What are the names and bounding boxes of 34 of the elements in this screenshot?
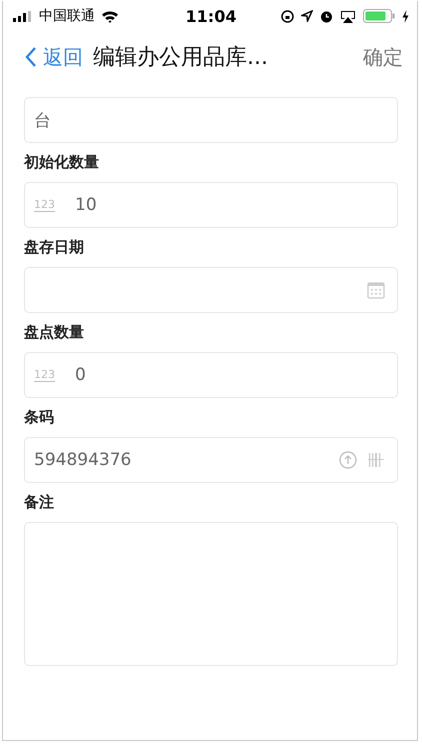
input-field[interactable]: 594894376 xyxy=(24,437,398,483)
battery-icon xyxy=(363,9,395,23)
field-label: 初始化数量 xyxy=(24,153,100,172)
arrow-up-circle-icon xyxy=(339,451,357,469)
charging-icon xyxy=(402,10,409,22)
page-title: 编辑办公用品库... xyxy=(93,44,269,72)
signal-icon xyxy=(13,10,33,22)
field-label: 盘点数量 xyxy=(24,323,85,342)
field-value: 10 xyxy=(75,195,98,215)
field-value: 594894376 xyxy=(34,450,132,470)
back-button[interactable]: 返回 xyxy=(25,44,83,70)
field-value: 台 xyxy=(34,110,52,132)
number-prefix: 123 xyxy=(34,198,55,212)
rotation-lock-icon xyxy=(281,10,294,22)
status-time: 11:04 xyxy=(186,6,236,26)
wifi-icon xyxy=(101,10,119,22)
barcode-icon xyxy=(367,451,385,469)
confirm-button[interactable]: 确定 xyxy=(363,44,403,70)
location-icon xyxy=(301,10,313,22)
alarm-icon xyxy=(320,10,333,22)
input-field[interactable]: 123 10 xyxy=(24,182,398,228)
airplay-icon xyxy=(340,10,356,22)
number-prefix: 123 xyxy=(34,368,55,382)
input-field[interactable]: 123 0 xyxy=(24,352,398,398)
calendar-icon xyxy=(367,281,385,299)
field-label: 条码 xyxy=(24,408,55,427)
field-label: 盘存日期 xyxy=(24,238,85,257)
chevron-left-icon xyxy=(25,47,37,67)
text-area[interactable] xyxy=(24,522,398,666)
field-value: 0 xyxy=(75,365,87,385)
carrier-name: 中国联通 xyxy=(39,7,95,25)
field-label: 备注 xyxy=(24,493,55,512)
date-field[interactable] xyxy=(24,267,398,313)
input-field[interactable]: 台 xyxy=(24,97,398,143)
